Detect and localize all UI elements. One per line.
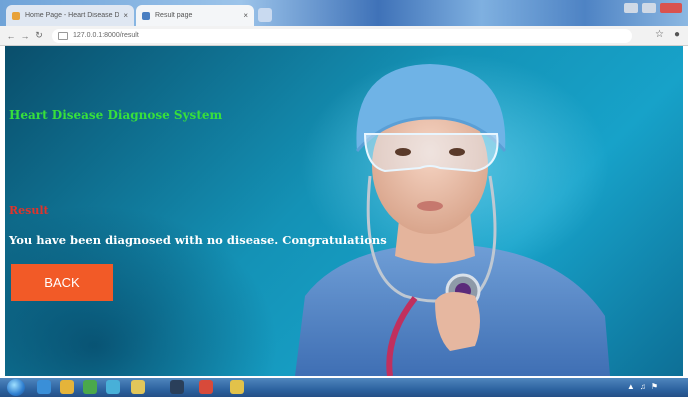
- result-message: You have been diagnosed with no disease.…: [9, 233, 387, 247]
- tab-close-icon[interactable]: ×: [123, 11, 128, 20]
- system-tray: ▲ ♫ ⚑: [627, 382, 658, 391]
- app-icon[interactable]: [170, 380, 184, 394]
- app-icon[interactable]: [199, 380, 213, 394]
- address-bar[interactable]: 127.0.0.1:8000/result: [52, 28, 632, 43]
- os-taskbar: ▲ ♫ ⚑: [0, 378, 688, 397]
- volume-icon[interactable]: ♫: [640, 382, 646, 391]
- system-clock[interactable]: [680, 380, 682, 394]
- result-label: Result: [9, 204, 49, 217]
- app-icon[interactable]: [106, 380, 120, 394]
- reload-icon[interactable]: ↻: [32, 30, 46, 41]
- info-icon: [58, 31, 68, 40]
- page-favicon-icon: [142, 11, 150, 20]
- page-title: Heart Disease Diagnose System: [9, 108, 223, 122]
- star-icon[interactable]: ☆: [655, 29, 664, 40]
- flag-icon[interactable]: ⚑: [651, 382, 658, 391]
- forward-arrow-icon[interactable]: →: [18, 31, 32, 41]
- folder-icon[interactable]: [60, 380, 74, 394]
- browser-tab-strip: Home Page - Heart Disease Di... × Result…: [0, 0, 688, 26]
- back-arrow-icon[interactable]: ←: [4, 31, 18, 41]
- tab-close-icon[interactable]: ×: [243, 11, 248, 20]
- close-window-button[interactable]: [660, 3, 682, 13]
- browser-toolbar: ← → ↻ 127.0.0.1:8000/result ☆ ●: [0, 26, 688, 46]
- page-favicon-icon: [12, 11, 20, 20]
- window-controls: [624, 3, 682, 13]
- page-content: Heart Disease Diagnose System Result You…: [5, 46, 683, 376]
- network-icon[interactable]: ▲: [627, 382, 635, 391]
- url-text: 127.0.0.1:8000/result: [73, 32, 139, 39]
- account-icon[interactable]: ●: [674, 29, 680, 40]
- tab-label: Result page: [155, 12, 193, 19]
- maximize-button[interactable]: [642, 3, 656, 13]
- ie-icon[interactable]: [37, 380, 51, 394]
- app-icon[interactable]: [131, 380, 145, 394]
- chrome-icon[interactable]: [83, 380, 97, 394]
- nurse-photo: [295, 64, 610, 376]
- minimize-button[interactable]: [624, 3, 638, 13]
- tab-result-page[interactable]: Result page ×: [136, 5, 254, 26]
- back-button[interactable]: BACK: [11, 264, 113, 301]
- tab-label: Home Page - Heart Disease Di...: [25, 12, 120, 19]
- start-button[interactable]: [7, 379, 25, 396]
- tab-home-page[interactable]: Home Page - Heart Disease Di... ×: [6, 5, 134, 26]
- new-tab-button[interactable]: [258, 8, 272, 22]
- app-icon[interactable]: [230, 380, 244, 394]
